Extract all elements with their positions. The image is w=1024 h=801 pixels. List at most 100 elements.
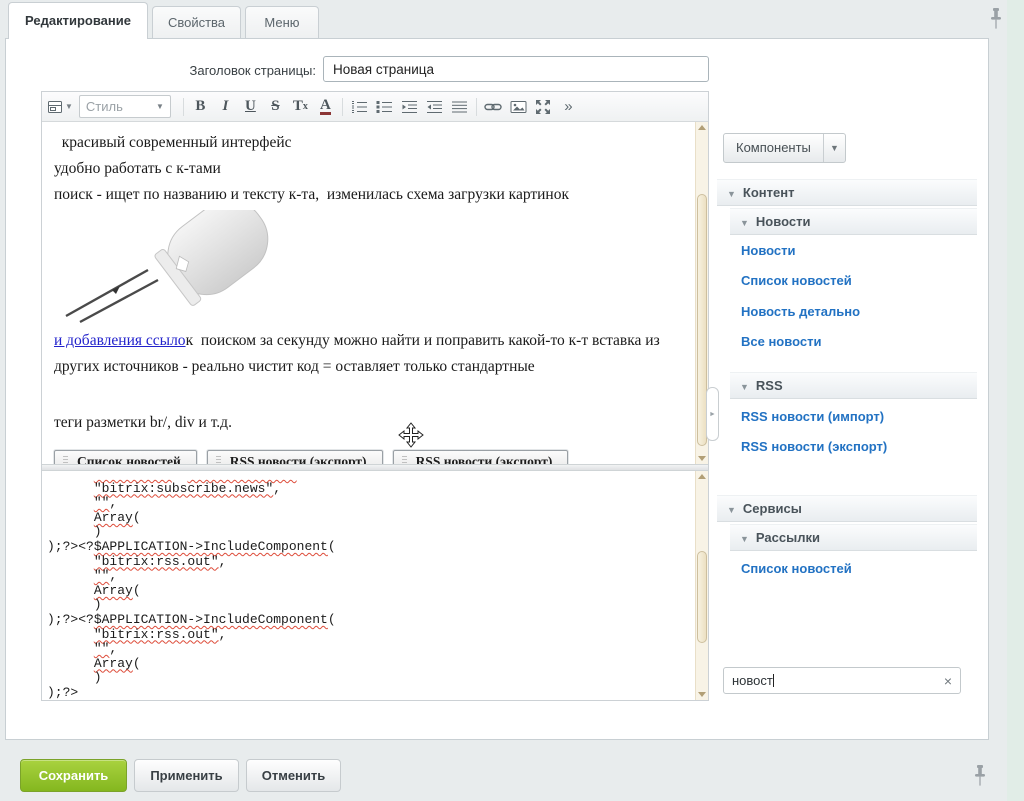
component-placeholder-row: Список новостей RSS новости (экспорт) RS… xyxy=(54,450,684,464)
editor-code-splitter[interactable] xyxy=(42,464,708,471)
code-line: "", xyxy=(47,569,688,584)
component-search-input[interactable]: новост × xyxy=(723,667,961,694)
save-button[interactable]: Сохранить xyxy=(20,759,127,792)
component-label: Список новостей xyxy=(77,454,181,465)
section-label: Сервисы xyxy=(743,501,802,516)
editor-paragraph: красивый современный интерфейс xyxy=(54,130,684,156)
fullscreen-button[interactable] xyxy=(531,95,556,119)
components-dropdown-button[interactable]: Компоненты ▼ xyxy=(723,133,846,163)
scroll-down-arrow-icon[interactable] xyxy=(698,456,706,461)
scrollbar-thumb[interactable] xyxy=(697,551,707,643)
tab-editing[interactable]: Редактирование xyxy=(8,2,148,39)
code-line: ) xyxy=(47,525,688,540)
led-image[interactable] xyxy=(56,210,288,324)
bold-button[interactable]: B xyxy=(188,95,213,119)
style-dropdown[interactable]: Стиль ▼ xyxy=(79,95,171,118)
sidebar-link-mailing-news-list[interactable]: Список новостей xyxy=(741,561,852,576)
link-tail-text: к xyxy=(186,332,194,349)
code-scrollbar[interactable] xyxy=(695,471,708,700)
sidebar-link-news[interactable]: Новости xyxy=(741,243,796,258)
component-rss-export-2[interactable]: RSS новости (экспорт) xyxy=(393,450,569,464)
remove-format-button[interactable]: Tx xyxy=(288,95,313,119)
editor-toolbar: ▼ Стиль ▼ B I U S Tx A xyxy=(42,92,708,122)
italic-button[interactable]: I xyxy=(213,95,238,119)
section-label: Новости xyxy=(756,214,811,229)
text-color-a: A xyxy=(320,98,331,115)
section-rss[interactable]: ▼RSS xyxy=(730,372,977,399)
ordered-list-button[interactable] xyxy=(347,95,372,119)
toolbar-separator xyxy=(476,98,477,116)
fullscreen-icon xyxy=(535,99,551,115)
move-cursor-icon xyxy=(398,422,424,448)
sidebar-link-news-detail[interactable]: Новость детально xyxy=(741,304,860,319)
editor-inline-link[interactable]: и добавления ссыло xyxy=(54,332,186,349)
cancel-button[interactable]: Отменить xyxy=(246,759,341,792)
page-title-label: Заголовок страницы: xyxy=(36,63,316,78)
code-line: ) xyxy=(47,598,688,613)
section-mailing[interactable]: ▼Рассылки xyxy=(730,524,977,551)
editor-paragraph: удобно работать с к-тами xyxy=(54,156,684,182)
components-panel-button[interactable]: ▼ xyxy=(47,95,73,119)
sidebar-collapse-handle[interactable]: ► xyxy=(706,387,719,441)
page-title-input[interactable] xyxy=(323,56,709,82)
outdent-button[interactable] xyxy=(422,95,447,119)
page-right-margin xyxy=(1007,0,1024,801)
indent-button[interactable] xyxy=(397,95,422,119)
link-icon xyxy=(484,100,502,114)
scroll-up-arrow-icon[interactable] xyxy=(698,125,706,130)
image-icon xyxy=(510,100,527,114)
section-services[interactable]: ▼ Сервисы xyxy=(717,495,977,522)
code-line: Array( xyxy=(47,657,688,672)
sidebar-link-rss-import[interactable]: RSS новости (импорт) xyxy=(741,409,884,424)
tab-properties[interactable]: Свойства xyxy=(152,6,241,39)
pin-icon[interactable] xyxy=(989,8,1003,30)
triangle-down-icon: ▼ xyxy=(727,505,736,515)
component-label: RSS новости (экспорт) xyxy=(230,454,367,465)
code-line: "", xyxy=(47,496,688,511)
code-editor-area[interactable]: "bitrix:subscribe.news", "", Array( ));?… xyxy=(42,471,708,700)
chevron-down-icon[interactable]: ▼ xyxy=(823,134,845,162)
chevron-down-icon: ▼ xyxy=(156,102,164,111)
tab-menu[interactable]: Меню xyxy=(245,6,319,39)
code-line: ) xyxy=(47,671,688,686)
code-line: "", xyxy=(47,642,688,657)
section-label: Рассылки xyxy=(756,530,820,545)
drag-grip-icon xyxy=(216,456,221,465)
underline-button[interactable]: U xyxy=(238,95,263,119)
code-line: );?> xyxy=(47,686,688,700)
section-news[interactable]: ▼Новости xyxy=(730,208,977,235)
toolbar-separator xyxy=(183,98,184,116)
component-rss-export-1[interactable]: RSS новости (экспорт) xyxy=(207,450,383,464)
toolbar-more-button[interactable]: » xyxy=(556,95,581,119)
components-sidebar: Компоненты ▼ ▼Контент ▼Новости Новости С… xyxy=(717,123,977,701)
scroll-down-arrow-icon[interactable] xyxy=(698,692,706,697)
scroll-up-arrow-icon[interactable] xyxy=(698,474,706,479)
justify-button[interactable] xyxy=(447,95,472,119)
editor-paragraph: теги разметки br/, div и т.д. xyxy=(54,410,684,436)
text-color-button[interactable]: A xyxy=(313,95,338,119)
strikethrough-button[interactable]: S xyxy=(263,95,288,119)
search-value: новост xyxy=(732,673,944,688)
sidebar-link-all-news[interactable]: Все новости xyxy=(741,334,821,349)
component-news-list[interactable]: Список новостей xyxy=(54,450,197,464)
editor-paragraph: и добавления ссылок поиском за секунду м… xyxy=(54,328,684,380)
unordered-list-button[interactable] xyxy=(372,95,397,119)
editor-panel: Заголовок страницы: ▼ Стиль ▼ B I U S xyxy=(5,38,989,740)
text-caret xyxy=(773,674,774,687)
section-content[interactable]: ▼Контент xyxy=(717,179,977,206)
apply-button[interactable]: Применить xyxy=(134,759,239,792)
code-line: );?><?$APPLICATION->IncludeComponent( xyxy=(47,613,688,628)
code-line: "bitrix:subscribe.news", xyxy=(47,482,688,497)
insert-link-button[interactable] xyxy=(481,95,506,119)
pin-icon[interactable] xyxy=(973,765,987,787)
sidebar-link-rss-export[interactable]: RSS новости (экспорт) xyxy=(741,439,887,454)
clear-search-icon[interactable]: × xyxy=(944,674,952,688)
editor-blank-space xyxy=(54,380,684,410)
editor-paragraph: поиск - ищет по названию и тексту к-та, … xyxy=(54,182,684,208)
editor-content-area[interactable]: красивый современный интерфейс удобно ра… xyxy=(42,122,708,464)
code-line: Array( xyxy=(47,511,688,526)
sidebar-link-news-list[interactable]: Список новостей xyxy=(741,273,852,288)
triangle-down-icon: ▼ xyxy=(727,189,736,199)
insert-image-button[interactable] xyxy=(506,95,531,119)
code-line: "bitrix:rss.out", xyxy=(47,555,688,570)
